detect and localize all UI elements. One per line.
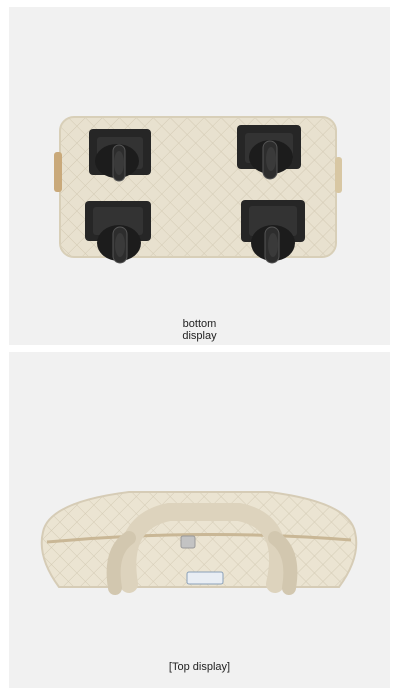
caption-line: bottom <box>182 318 217 330</box>
side-strap <box>335 157 342 193</box>
product-photo-bottom-panel: bottom display <box>9 7 390 345</box>
label-tag-icon <box>186 571 224 585</box>
caption-line: display <box>182 330 217 342</box>
product-photo-top-panel: [Top display] <box>9 352 390 688</box>
bag-bottom-image <box>54 116 342 264</box>
wheel-icon <box>89 129 151 182</box>
bag-top-image <box>40 491 358 595</box>
zipper-icon <box>180 535 196 549</box>
bottom-display-caption: bottom display <box>9 318 390 342</box>
side-strap <box>54 152 62 192</box>
top-display-caption: [Top display] <box>168 661 231 673</box>
